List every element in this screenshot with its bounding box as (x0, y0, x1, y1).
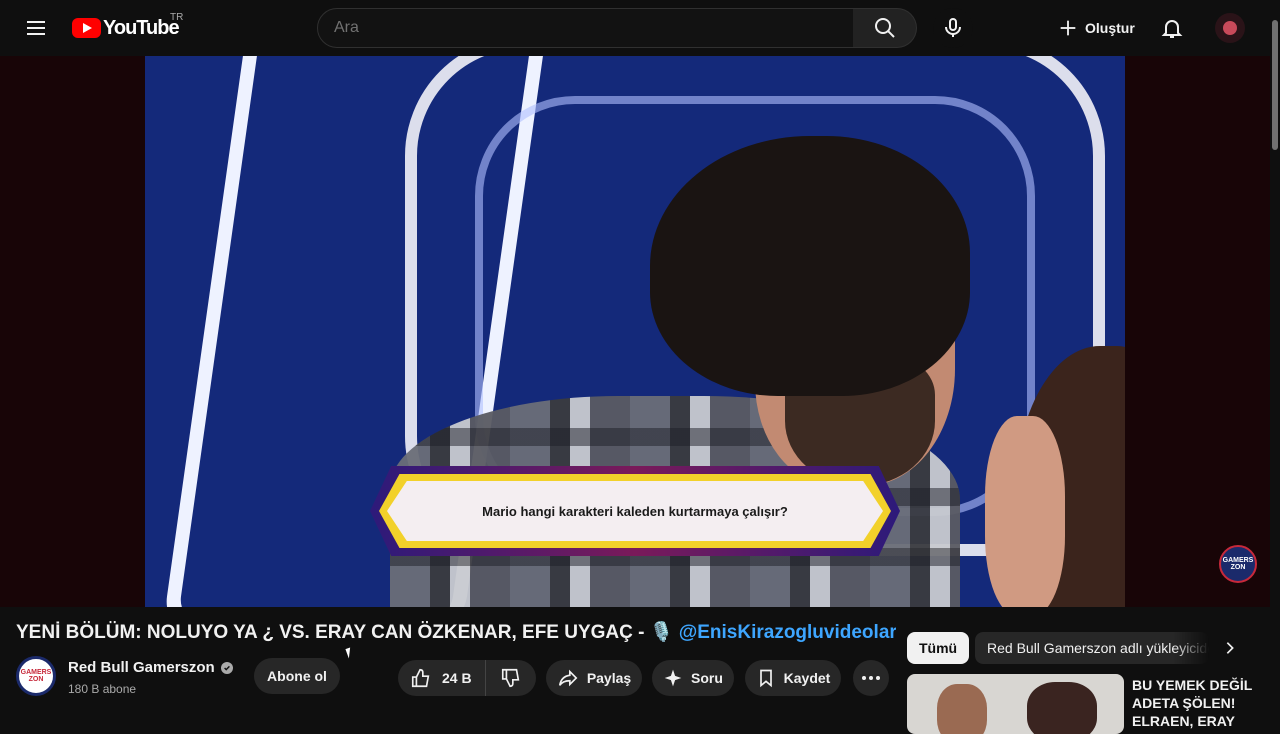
notifications-button[interactable] (1152, 8, 1192, 48)
second-person-face (985, 416, 1065, 607)
subscribe-button[interactable]: Abone ol (254, 658, 340, 694)
youtube-logo-icon (72, 18, 101, 38)
share-label: Paylaş (586, 670, 632, 686)
chip-uploader[interactable]: Red Bull Gamerszon adlı yükleyiciden (975, 632, 1209, 664)
recommendation-title[interactable]: BU YEMEK DEĞİL ADETA ŞÖLEN! ELRAEN, ERAY (1132, 676, 1262, 730)
scrollbar-thumb[interactable] (1272, 20, 1278, 150)
thumbs-down-icon (501, 668, 520, 688)
youtube-logo[interactable]: YouTube (72, 15, 180, 41)
masthead: YouTube TR Oluştur (0, 0, 1280, 56)
thumbnail-person (937, 684, 987, 734)
search-button[interactable] (853, 8, 917, 48)
like-button[interactable]: 24 B (398, 660, 486, 696)
question-text: Mario hangi karakteri kaleden kurtarmaya… (387, 481, 883, 541)
search-box (317, 8, 854, 48)
chevron-right-icon (1226, 642, 1234, 654)
search-input[interactable] (318, 9, 853, 47)
channel-name[interactable]: Red Bull Gamerszon (68, 659, 215, 676)
create-button[interactable]: Oluştur (1045, 8, 1147, 48)
ask-label: Soru (691, 670, 723, 686)
like-dislike-group: 24 B (398, 660, 536, 696)
share-icon (558, 669, 578, 687)
dislike-button[interactable] (486, 660, 536, 696)
chips-next-button[interactable] (1214, 632, 1246, 664)
ask-button[interactable]: Soru (652, 660, 734, 696)
video-player[interactable]: Mario hangi karakteri kaleden kurtarmaya… (145, 56, 1125, 607)
thumbs-up-icon (411, 668, 430, 688)
verified-icon (220, 661, 233, 674)
save-label: Kaydet (783, 670, 831, 686)
video-title: YENİ BÖLÜM: NOLUYO YA ¿ VS. ERAY CAN ÖZK… (16, 620, 896, 644)
subscriber-count: 180 B abone (68, 682, 137, 696)
person-hair (650, 136, 970, 396)
account-avatar[interactable] (1215, 13, 1245, 43)
recommendation-thumbnail[interactable] (907, 674, 1124, 734)
bell-icon (1161, 20, 1183, 38)
mouse-cursor (345, 647, 354, 659)
create-label: Oluştur (1085, 20, 1135, 36)
share-button[interactable]: Paylaş (546, 660, 642, 696)
voice-search-button[interactable] (933, 8, 973, 48)
title-mention-link[interactable]: @EnisKirazogluvideolar (679, 622, 896, 643)
channel-avatar[interactable]: GAMERS ZON (16, 656, 56, 696)
mic-icon (945, 18, 961, 37)
search-icon (874, 18, 895, 38)
like-count: 24 B (442, 670, 472, 686)
country-code: TR (170, 12, 184, 23)
plus-icon (1060, 20, 1076, 36)
more-icon (862, 676, 880, 680)
chip-all[interactable]: Tümü (907, 632, 970, 664)
thumbnail-person (1027, 682, 1097, 734)
bookmark-icon (759, 669, 772, 688)
menu-icon[interactable] (18, 10, 54, 46)
channel-watermark[interactable]: GAMERS ZON (1219, 545, 1257, 583)
channel-name-row: Red Bull Gamerszon (68, 659, 233, 676)
video-title-text: YENİ BÖLÜM: NOLUYO YA ¿ VS. ERAY CAN ÖZK… (16, 622, 679, 643)
logo-text: YouTube (103, 16, 180, 39)
more-actions-button[interactable] (853, 660, 889, 696)
sparkle-icon (664, 669, 682, 687)
save-button[interactable]: Kaydet (745, 660, 841, 696)
page-scrollbar[interactable] (1270, 0, 1280, 720)
